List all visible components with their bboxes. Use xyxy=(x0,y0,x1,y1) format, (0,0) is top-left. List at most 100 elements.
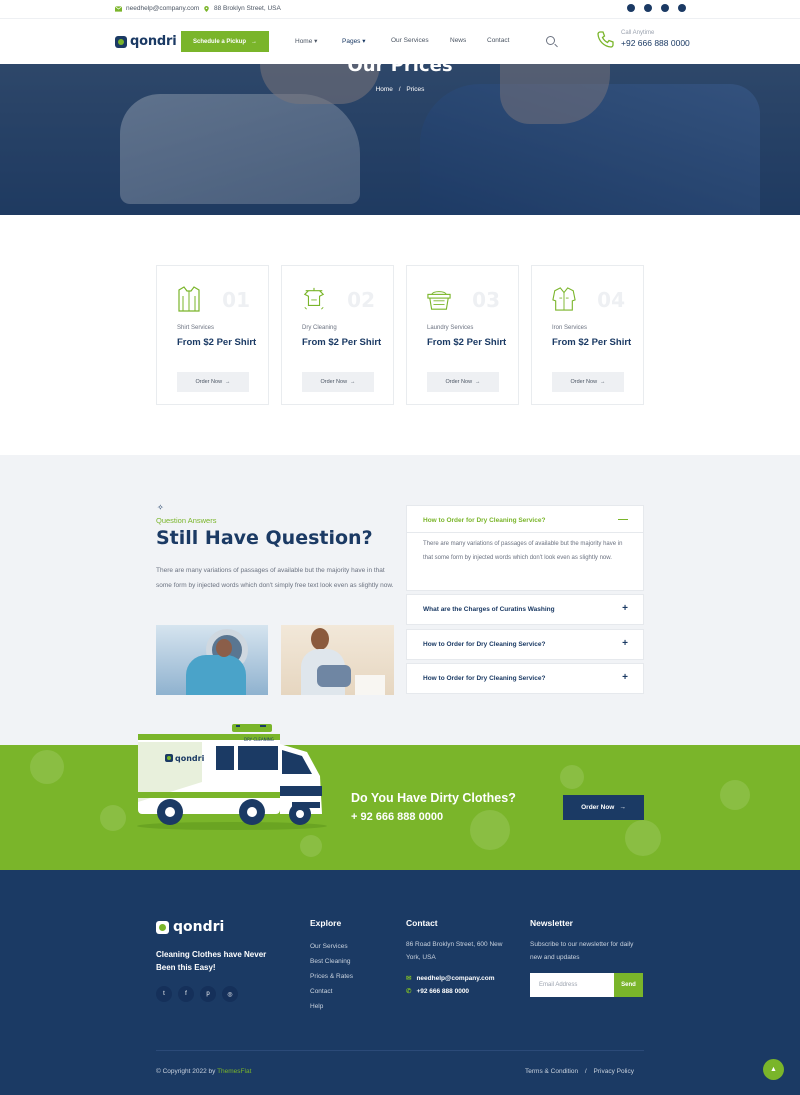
order-now-button[interactable]: Order Now → xyxy=(302,372,374,392)
faq-question: What are the Charges of Curatins Washing xyxy=(423,606,555,613)
bubble-decoration xyxy=(300,835,322,857)
footer-link-our-services[interactable]: Our Services xyxy=(310,939,353,954)
faq-question: How to Order for Dry Cleaning Service? xyxy=(423,641,546,648)
nav-pages[interactable]: Pages ▾ xyxy=(342,37,366,45)
nav-our-services[interactable]: Our Services xyxy=(391,37,429,44)
arrow-right-icon: → xyxy=(251,38,258,45)
faq-item[interactable]: What are the Charges of Curatins Washing… xyxy=(406,594,644,625)
cta-phone[interactable]: + 92 666 888 0000 xyxy=(351,811,443,823)
facebook-icon[interactable]: f xyxy=(178,986,194,1002)
footer-phone[interactable]: ✆ +92 666 888 0000 xyxy=(406,987,469,995)
dry-cleaning-icon xyxy=(303,287,325,310)
van-sign-text: DRY CLEANING xyxy=(244,737,274,742)
arrow-right-icon: → xyxy=(350,379,356,385)
arrow-right-icon: → xyxy=(225,379,231,385)
twitter-icon[interactable] xyxy=(644,4,652,12)
page-title: Our Prices xyxy=(347,55,453,76)
faq-item[interactable]: How to Order for Dry Cleaning Service? + xyxy=(406,629,644,660)
faq-item-open[interactable]: How to Order for Dry Cleaning Service? —… xyxy=(406,505,644,591)
copyright-text: © Copyright 2022 by xyxy=(156,1068,216,1075)
top-bar: needhelp@company.com 88 Broklyn Street, … xyxy=(0,0,800,19)
privacy-link[interactable]: Privacy Policy xyxy=(594,1068,634,1075)
footer-logo-text: qondri xyxy=(173,919,225,935)
order-now-button[interactable]: Order Now → xyxy=(177,372,249,392)
arrow-right-icon: → xyxy=(600,379,606,385)
logo[interactable]: qondri xyxy=(115,34,177,49)
card-category: Laundry Services xyxy=(427,325,474,331)
card-number: 01 xyxy=(222,288,250,312)
card-number: 02 xyxy=(347,288,375,312)
cta-title: Do You Have Dirty Clothes? xyxy=(351,791,516,805)
footer-link-prices[interactable]: Prices & Rates xyxy=(310,969,353,984)
instagram-icon[interactable]: ◎ xyxy=(222,986,238,1002)
nav-pages-label: Pages xyxy=(342,38,361,45)
newsletter-send-button[interactable]: Send xyxy=(614,973,643,997)
faq-text: There are many variations of passages of… xyxy=(156,567,394,589)
breadcrumb-current: Prices xyxy=(406,86,425,93)
bubble-decoration xyxy=(625,820,661,856)
twitter-icon[interactable]: t xyxy=(156,986,172,1002)
schedule-pickup-button[interactable]: Schedule a Pickup → xyxy=(181,31,269,52)
order-now-button[interactable]: Order Now → xyxy=(563,795,644,820)
divider xyxy=(407,532,643,533)
arrow-right-icon: → xyxy=(619,804,626,811)
chevron-up-icon: ▲ xyxy=(770,1066,777,1073)
nav-news[interactable]: News xyxy=(450,37,466,44)
card-number: 03 xyxy=(472,288,500,312)
breadcrumb-home[interactable]: Home xyxy=(376,86,393,93)
topbar-address-text: 88 Broklyn Street, USA xyxy=(214,5,281,12)
faq-item[interactable]: How to Order for Dry Cleaning Service? + xyxy=(406,663,644,694)
search-icon[interactable] xyxy=(546,36,555,45)
nav-home-label: Home xyxy=(295,38,313,45)
bubble-decoration xyxy=(100,805,126,831)
footer-explore-title: Explore xyxy=(310,918,342,928)
nav-contact[interactable]: Contact xyxy=(487,37,509,44)
arrow-right-icon: → xyxy=(475,379,481,385)
topbar-email[interactable]: needhelp@company.com xyxy=(115,5,199,12)
faq-answer: There are many variations of passages of… xyxy=(423,541,623,561)
order-now-label: Order Now xyxy=(320,379,348,385)
footer-logo[interactable]: qondri xyxy=(156,919,224,935)
nav-home[interactable]: Home ▾ xyxy=(295,37,317,45)
order-now-button[interactable]: Order Now → xyxy=(427,372,499,392)
footer-link-best-cleaning[interactable]: Best Cleaning xyxy=(310,954,353,969)
scroll-to-top-button[interactable]: ▲ xyxy=(763,1059,784,1080)
footer-address: 86 Road Broklyn Street, 600 New York, US… xyxy=(406,941,503,961)
call-anytime[interactable]: Call Anytime +92 666 888 0000 xyxy=(597,30,690,48)
newsletter-email-input[interactable]: Email Address xyxy=(530,973,614,997)
card-price: From $2 Per Shirt xyxy=(552,337,632,348)
footer-email[interactable]: ✉ needhelp@company.com xyxy=(406,974,495,982)
folding-clothes-photo xyxy=(281,625,394,695)
shirt-icon xyxy=(178,286,200,312)
chevron-down-icon: ▾ xyxy=(362,38,366,45)
card-number: 04 xyxy=(597,288,625,312)
footer-tagline: Cleaning Clothes have Never Been this Ea… xyxy=(156,950,267,972)
instagram-icon[interactable] xyxy=(678,4,686,12)
footer-link-help[interactable]: Help xyxy=(310,999,353,1014)
plus-icon: + xyxy=(622,603,628,614)
laundry-basket-icon xyxy=(427,291,451,310)
card-price: From $2 Per Shirt xyxy=(302,337,382,348)
price-card: 04 Iron Services From $2 Per Shirt Order… xyxy=(531,265,644,405)
plus-icon: + xyxy=(622,638,628,649)
footer-link-contact[interactable]: Contact xyxy=(310,984,353,999)
van-logo-text: qondri xyxy=(175,754,205,763)
terms-link[interactable]: Terms & Condition xyxy=(525,1068,578,1075)
order-now-label: Order Now xyxy=(195,379,223,385)
copyright-brand-link[interactable]: ThemesFlat xyxy=(217,1068,251,1075)
card-price: From $2 Per Shirt xyxy=(177,337,257,348)
footer-explore-links: Our Services Best Cleaning Prices & Rate… xyxy=(310,939,353,1014)
facebook-icon[interactable] xyxy=(627,4,635,12)
order-now-label: Order Now xyxy=(570,379,598,385)
pinterest-icon[interactable] xyxy=(661,4,669,12)
delivery-van-illustration: qondri DRY CLEANING xyxy=(137,724,327,830)
breadcrumb-separator: / xyxy=(398,86,401,93)
order-now-button[interactable]: Order Now → xyxy=(552,372,624,392)
minus-icon: — xyxy=(618,514,628,525)
footer-phone-text: +92 666 888 0000 xyxy=(416,988,470,995)
envelope-icon: ✉ xyxy=(406,975,412,982)
plus-icon: + xyxy=(622,672,628,683)
card-category: Dry Cleaning xyxy=(302,325,337,331)
pinterest-icon[interactable]: p xyxy=(200,986,216,1002)
cta-banner xyxy=(0,745,800,870)
